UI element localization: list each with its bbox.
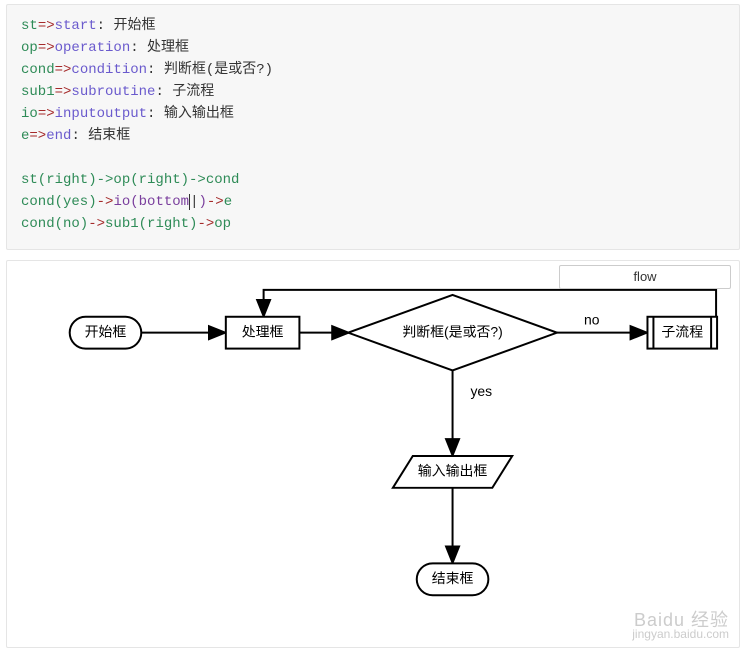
flow-button[interactable]: flow bbox=[559, 265, 731, 289]
yes-label: yes bbox=[470, 383, 492, 399]
flowchart-svg: 开始框 处理框 判断框(是或否?) yes no 子流程 输入输出框 结束框 bbox=[15, 269, 731, 639]
io-label: 输入输出框 bbox=[418, 463, 488, 479]
end-label: 结束框 bbox=[432, 570, 474, 586]
subroutine-label: 子流程 bbox=[661, 323, 703, 339]
flowchart-panel: flow 开始框 处理框 判断框(是或否?) yes no bbox=[6, 260, 740, 648]
no-label: no bbox=[584, 311, 600, 327]
condition-label: 判断框(是或否?) bbox=[402, 323, 502, 339]
start-label: 开始框 bbox=[85, 323, 127, 339]
code-block[interactable]: st=>start: 开始框 op=>operation: 处理框 cond=>… bbox=[6, 4, 740, 250]
operation-label: 处理框 bbox=[242, 323, 284, 339]
